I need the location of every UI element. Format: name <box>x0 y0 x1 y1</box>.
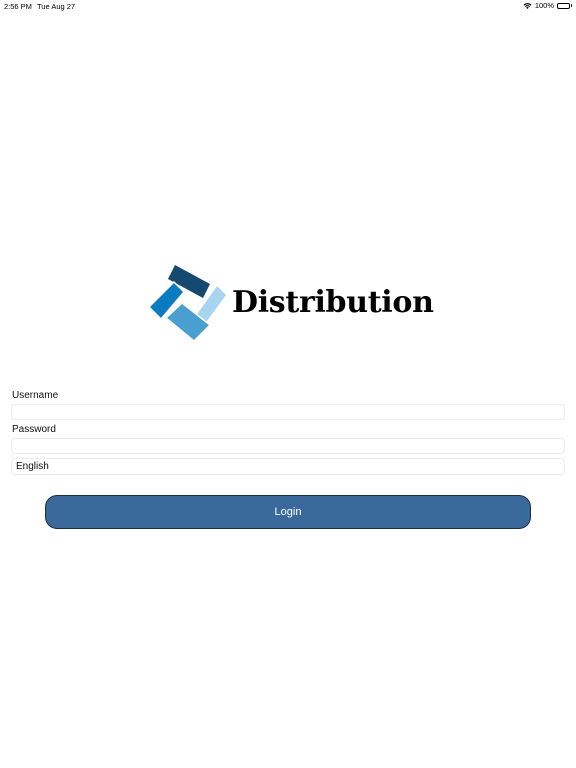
login-screen: 2:56 PM Tue Aug 27 100% Distribution Use… <box>0 0 576 768</box>
status-date: Tue Aug 27 <box>37 2 76 11</box>
username-label: Username <box>12 390 59 401</box>
logo-mark-icon <box>148 265 228 343</box>
language-select[interactable]: English <box>11 458 565 475</box>
password-label: Password <box>12 424 56 435</box>
battery-icon <box>557 2 572 9</box>
status-bar: 2:56 PM Tue Aug 27 100% <box>0 0 576 12</box>
status-indicators: 100% <box>523 1 572 10</box>
battery-percentage: 100% <box>534 1 554 10</box>
language-select-value: English <box>16 461 49 472</box>
login-button-label: Login <box>274 506 302 518</box>
password-input[interactable] <box>11 438 565 454</box>
app-logo: Distribution <box>148 263 434 343</box>
wifi-icon <box>523 2 532 9</box>
username-input[interactable] <box>11 404 565 420</box>
logo-text: Distribution <box>232 284 434 320</box>
login-button[interactable]: Login <box>45 495 531 529</box>
status-time: 2:56 PM <box>4 2 32 11</box>
